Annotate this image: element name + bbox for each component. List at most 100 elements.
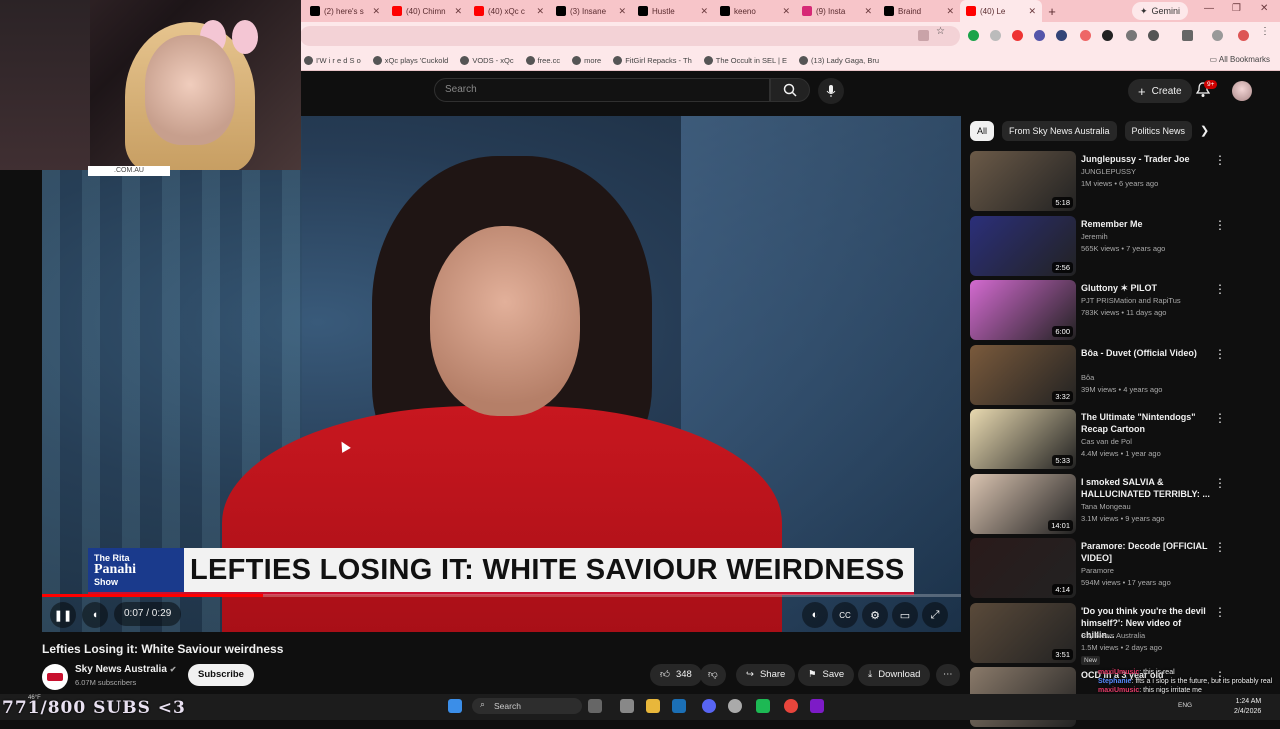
more-vertical-icon[interactable]: ⋮ <box>1214 153 1226 167</box>
bookmark-item[interactable]: (13) Lady Gaga, Bru <box>799 55 879 65</box>
close-tab-icon[interactable]: ✕ <box>1028 6 1036 17</box>
recommendation-item[interactable]: 2:56 Remember Me Jeremih 565K views • 7 yea… <box>970 215 1270 278</box>
all-bookmarks-button[interactable]: ▭ All Bookmarks <box>1210 55 1270 64</box>
search-button[interactable] <box>770 78 810 102</box>
recommendation-thumbnail[interactable]: 4:14 <box>970 538 1076 598</box>
filter-chip[interactable]: From Sky News Australia <box>1002 121 1117 141</box>
gemini-button[interactable]: ✦ Gemini <box>1132 2 1189 20</box>
omnibox[interactable] <box>300 26 960 46</box>
recommendation-channel[interactable]: Sky News Australia <box>1081 631 1145 640</box>
recommendation-title[interactable]: Paramore: Decode [OFFICIAL VIDEO] <box>1081 540 1211 564</box>
extension-icon[interactable] <box>1012 30 1023 41</box>
close-tab-icon[interactable]: ✕ <box>782 6 790 17</box>
language-indicator[interactable]: ENG <box>1178 702 1192 709</box>
filter-chip[interactable]: All <box>970 121 995 141</box>
recommendation-thumbnail[interactable]: 2:56 <box>970 215 1076 276</box>
recommendation-title[interactable]: Remember Me <box>1081 218 1211 230</box>
progress-bar[interactable] <box>42 594 961 597</box>
browser-tab[interactable]: Hustle ✕ <box>632 0 714 22</box>
more-vertical-icon[interactable]: ⋮ <box>1214 411 1226 425</box>
recommendation-item[interactable]: 5:18 Junglepussy - Trader Joe JUNGLEPUSSY 1… <box>970 151 1270 213</box>
extensions-puzzle-icon[interactable] <box>1148 30 1159 41</box>
minimize-icon[interactable]: — <box>1204 3 1214 14</box>
recommendation-item[interactable]: 6:00 Gluttony ✶ PILOT PJT PRISMation and R… <box>970 280 1270 342</box>
steam-icon[interactable] <box>672 699 686 713</box>
browser-tab[interactable]: keeno ✕ <box>714 0 796 22</box>
menu-kebab-icon[interactable]: ⋮ <box>1260 26 1271 37</box>
recommendation-item[interactable]: 4:14 Paramore: Decode [OFFICIAL VIDEO] Par… <box>970 538 1270 600</box>
subscribe-button[interactable]: Subscribe <box>188 664 254 686</box>
more-vertical-icon[interactable]: ⋮ <box>1214 476 1226 490</box>
bookmark-item[interactable]: more <box>572 55 601 65</box>
save-button[interactable]: ⚑ Save <box>798 664 855 686</box>
close-tab-icon[interactable]: ✕ <box>946 6 954 17</box>
weather-widget[interactable]: 46°F <box>28 695 41 701</box>
settings-button[interactable]: ⚙ <box>862 602 888 628</box>
extension-icon[interactable] <box>1056 30 1067 41</box>
user-avatar[interactable] <box>1232 81 1252 101</box>
close-tab-icon[interactable]: ✕ <box>454 6 462 17</box>
recommendation-item[interactable]: 3:51 'Do you think you're the devil himse… <box>970 602 1270 665</box>
browser-tab[interactable]: (3) Insane ✕ <box>550 0 632 22</box>
browser-tab[interactable]: (40) Le ✕ <box>960 0 1042 22</box>
more-vertical-icon[interactable]: ⋮ <box>1214 540 1226 554</box>
recommendation-channel[interactable]: Jeremih <box>1081 232 1108 241</box>
recommendation-title[interactable]: The Ultimate "Nintendogs" Recap Cartoon <box>1081 411 1211 435</box>
close-window-icon[interactable]: ✕ <box>1260 3 1268 14</box>
recommendation-title[interactable]: Junglepussy - Trader Joe <box>1081 153 1211 165</box>
spotify-icon[interactable] <box>756 699 770 713</box>
bookmark-item[interactable]: xQc plays 'Cuckold <box>372 55 448 65</box>
more-vertical-icon[interactable]: ⋮ <box>1214 347 1226 361</box>
profile-icon[interactable] <box>1212 30 1223 41</box>
new-tab-button[interactable]: + <box>1042 4 1062 19</box>
windows-start-icon[interactable] <box>448 699 462 713</box>
recommendation-channel[interactable]: Bôa <box>1081 373 1094 382</box>
recommendation-thumbnail[interactable]: 3:32 <box>970 344 1076 405</box>
theater-mode-button[interactable]: ▭ <box>892 602 918 628</box>
bookmark-item[interactable]: I'W i r e d S o <box>304 55 361 65</box>
close-tab-icon[interactable]: ✕ <box>700 6 708 17</box>
extension-icon[interactable] <box>968 30 979 41</box>
extension-icon[interactable] <box>1080 30 1091 41</box>
browser-tab[interactable]: (40) Chimn ✕ <box>386 0 468 22</box>
pause-button[interactable]: ❚❚ <box>50 602 76 628</box>
install-icon[interactable] <box>918 30 929 41</box>
channel-name[interactable]: Sky News Australia ✔ <box>75 664 176 675</box>
chevron-right-icon[interactable]: ❯ <box>1200 124 1209 137</box>
browser-tab[interactable]: (2) here's s ✕ <box>304 0 386 22</box>
create-button[interactable]: + Create <box>1128 79 1192 103</box>
filter-chip[interactable]: Politics News <box>1124 121 1193 141</box>
recommendation-channel[interactable]: Tana Mongeau <box>1081 502 1131 511</box>
autoplay-toggle[interactable]: ◐ <box>802 602 828 628</box>
close-tab-icon[interactable]: ✕ <box>536 6 544 17</box>
extension-icon[interactable] <box>1034 30 1045 41</box>
dislike-button[interactable]: 👎︎ <box>700 664 726 686</box>
recommendation-item[interactable]: 14:01 I smoked SALVIA & HALLUCINATED TERR… <box>970 473 1270 536</box>
taskbar-app-icon[interactable] <box>588 699 602 713</box>
recommendation-title[interactable]: Bôa - Duvet (Official Video) <box>1081 347 1211 359</box>
browser-tab[interactable]: (9) Insta ✕ <box>796 0 878 22</box>
recommendation-thumbnail[interactable]: 14:01 <box>970 473 1076 534</box>
recommendation-thumbnail[interactable]: 5:18 <box>970 151 1076 211</box>
browser-tab[interactable]: Braind ✕ <box>878 0 960 22</box>
search-input[interactable]: Search <box>434 78 770 102</box>
recommendation-title[interactable]: Gluttony ✶ PILOT <box>1081 282 1211 294</box>
recommendation-thumbnail[interactable]: 3:51 <box>970 602 1076 663</box>
app-icon[interactable] <box>810 699 824 713</box>
recommendation-title[interactable]: I smoked SALVIA & HALLUCINATED TERRIBLY:… <box>1081 476 1211 500</box>
close-tab-icon[interactable]: ✕ <box>618 6 626 17</box>
obs-icon[interactable] <box>728 699 742 713</box>
bookmark-item[interactable]: free.cc <box>525 55 560 65</box>
recommendation-thumbnail[interactable]: 6:00 <box>970 280 1076 340</box>
video-player[interactable]: The Rita Panahi Show LEFTIES LOSING IT: … <box>42 116 961 632</box>
extension-icon[interactable] <box>990 30 1001 41</box>
star-icon[interactable]: ☆ <box>936 26 947 37</box>
recommendation-channel[interactable]: JUNGLEPUSSY <box>1081 167 1136 176</box>
recommendation-thumbnail[interactable]: 5:33 <box>970 409 1076 469</box>
download-button[interactable]: ⤓ Download <box>858 664 931 686</box>
extension-icon[interactable] <box>1102 30 1113 41</box>
system-clock[interactable]: 1:24 AM 2/4/2026 <box>1234 697 1261 717</box>
chrome-icon[interactable] <box>784 699 798 713</box>
discord-icon[interactable] <box>702 699 716 713</box>
sidepanel-icon[interactable] <box>1182 30 1193 41</box>
